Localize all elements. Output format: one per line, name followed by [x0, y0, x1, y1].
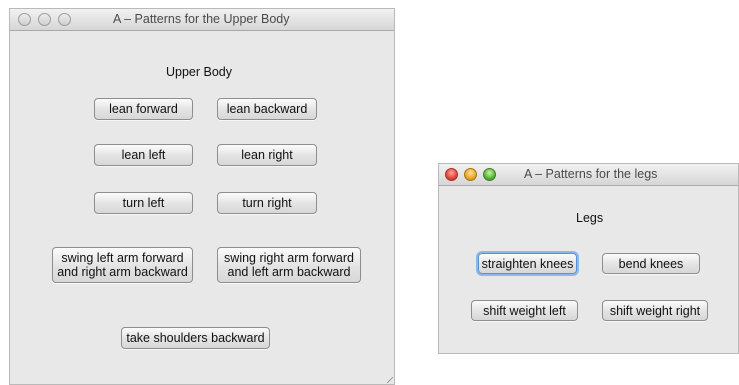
zoom-icon[interactable]	[58, 13, 71, 26]
legs-titlebar[interactable]: A – Patterns for the legs	[439, 164, 738, 186]
window-title: A – Patterns for the legs	[524, 167, 658, 181]
straighten-knees-button[interactable]: straighten knees	[478, 253, 577, 274]
take-shoulders-backward-button[interactable]: take shoulders backward	[121, 327, 270, 349]
lean-backward-button[interactable]: lean backward	[217, 98, 317, 120]
minimize-icon[interactable]	[464, 168, 477, 181]
lean-left-button[interactable]: lean left	[94, 144, 193, 166]
window-title: A – Patterns for the Upper Body	[113, 12, 290, 26]
section-heading: Upper Body	[166, 65, 233, 79]
lean-right-button[interactable]: lean right	[217, 144, 317, 166]
upper-body-window: A – Patterns for the Upper Body Upper Bo…	[9, 8, 395, 385]
turn-right-button[interactable]: turn right	[217, 192, 317, 214]
close-icon[interactable]	[18, 13, 31, 26]
swing-left-arm-button[interactable]: swing left arm forward and right arm bac…	[52, 247, 193, 283]
shift-weight-right-button[interactable]: shift weight right	[602, 300, 708, 321]
zoom-icon[interactable]	[483, 168, 496, 181]
legs-window: A – Patterns for the legs Legs straighte…	[438, 163, 739, 354]
close-icon[interactable]	[445, 168, 458, 181]
upper-body-titlebar[interactable]: A – Patterns for the Upper Body	[10, 9, 394, 31]
resize-grip-icon[interactable]	[387, 377, 393, 383]
lean-forward-button[interactable]: lean forward	[94, 98, 193, 120]
section-heading: Legs	[576, 211, 604, 225]
bend-knees-button[interactable]: bend knees	[602, 253, 700, 274]
minimize-icon[interactable]	[38, 13, 51, 26]
shift-weight-left-button[interactable]: shift weight left	[471, 300, 578, 321]
turn-left-button[interactable]: turn left	[94, 192, 193, 214]
swing-right-arm-button[interactable]: swing right arm forward and left arm bac…	[217, 247, 361, 283]
